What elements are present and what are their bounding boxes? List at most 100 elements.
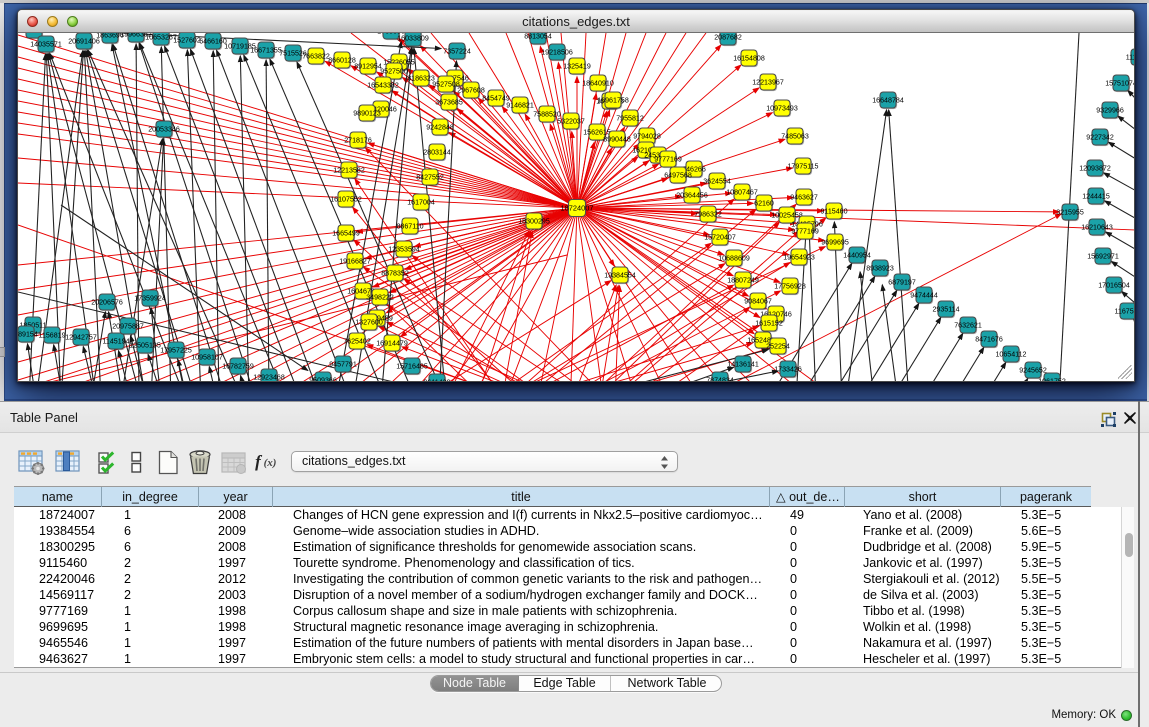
svg-text:9084067: 9084067 <box>744 297 772 305</box>
svg-text:3673685: 3673685 <box>435 98 463 106</box>
svg-text:9777169: 9777169 <box>654 155 682 163</box>
svg-text:(x): (x) <box>264 457 277 469</box>
svg-text:7986322: 7986322 <box>694 210 722 218</box>
svg-text:19384554: 19384554 <box>604 271 636 279</box>
svg-text:15716485: 15716485 <box>396 362 428 370</box>
svg-text:7955812: 7955812 <box>616 114 644 122</box>
svg-text:16033809: 16033809 <box>397 34 429 42</box>
svg-text:9474444: 9474444 <box>910 291 938 299</box>
svg-text:8471676: 8471676 <box>975 335 1003 343</box>
svg-text:15751074: 15751074 <box>1105 79 1134 87</box>
svg-text:1615152: 1615152 <box>755 319 783 327</box>
svg-text:1325419: 1325419 <box>563 62 591 70</box>
svg-text:18640910: 18640910 <box>582 79 614 87</box>
svg-text:19166827: 19166827 <box>339 257 371 265</box>
svg-text:12213582: 12213582 <box>333 166 365 174</box>
svg-text:9509366: 9509366 <box>309 376 337 381</box>
svg-text:1617004: 1617004 <box>407 198 435 206</box>
svg-text:8813054: 8813054 <box>524 33 552 40</box>
svg-text:9890123: 9890123 <box>353 109 381 117</box>
svg-text:20206576: 20206576 <box>91 298 123 306</box>
svg-text:12213967: 12213967 <box>752 78 784 86</box>
svg-text:18300295: 18300295 <box>518 217 550 225</box>
svg-text:7874834: 7874834 <box>706 376 734 381</box>
svg-text:1244415: 1244415 <box>1082 192 1110 200</box>
svg-text:1327600: 1327600 <box>355 318 383 326</box>
svg-text:14035571: 14035571 <box>30 40 62 48</box>
svg-text:7663822: 7663822 <box>302 52 330 60</box>
svg-text:6466160: 6466160 <box>199 37 227 45</box>
svg-text:62160: 62160 <box>754 199 774 207</box>
svg-text:1145194: 1145194 <box>102 337 129 345</box>
svg-text:12942757: 12942757 <box>65 333 97 341</box>
svg-text:9457791: 9457791 <box>329 360 357 368</box>
svg-text:5322037: 5322037 <box>557 117 585 125</box>
svg-text:1112075: 1112075 <box>1126 53 1134 61</box>
svg-text:6497568: 6497568 <box>664 171 692 179</box>
svg-text:8427552: 8427552 <box>416 173 444 181</box>
svg-text:12505135: 12505135 <box>129 341 161 349</box>
svg-text:1733426: 1733426 <box>774 365 802 373</box>
svg-text:14136141: 14136141 <box>727 360 759 368</box>
svg-text:10807467: 10807467 <box>726 188 758 196</box>
svg-text:1061752: 1061752 <box>1038 377 1066 381</box>
svg-text:16543382: 16543382 <box>367 81 399 89</box>
svg-text:252254: 252254 <box>766 342 790 350</box>
svg-text:1665499: 1665499 <box>332 229 360 237</box>
svg-text:15692971: 15692971 <box>1087 252 1119 260</box>
svg-text:17756928: 17756928 <box>774 282 806 290</box>
svg-text:789154: 789154 <box>18 330 38 338</box>
svg-text:3498222: 3498222 <box>366 293 394 301</box>
svg-text:8912954: 8912954 <box>354 62 382 70</box>
svg-text:9227342: 9227342 <box>1086 133 1114 141</box>
svg-text:20364456: 20364456 <box>676 191 708 199</box>
svg-text:2935114: 2935114 <box>932 305 959 313</box>
svg-text:9115460: 9115460 <box>820 207 847 215</box>
svg-text:12923468: 12923468 <box>253 373 285 381</box>
svg-text:16914479: 16914479 <box>376 339 408 347</box>
svg-text:9611439: 9611439 <box>423 378 450 381</box>
svg-text:10025458: 10025458 <box>771 211 803 219</box>
svg-text:10973493: 10973493 <box>766 104 798 112</box>
svg-text:1167533: 1167533 <box>1114 307 1134 315</box>
svg-text:f: f <box>255 452 263 471</box>
svg-text:20691406: 20691406 <box>68 37 100 45</box>
svg-text:16107552: 16107552 <box>330 195 362 203</box>
svg-text:6879197: 6879197 <box>888 278 916 286</box>
svg-text:16961758: 16961758 <box>597 96 629 104</box>
svg-text:9527508: 9527508 <box>432 80 460 88</box>
svg-text:9329966: 9329966 <box>1096 106 1124 114</box>
svg-text:19654923: 19654923 <box>783 253 815 261</box>
svg-text:8990448: 8990448 <box>603 135 631 143</box>
svg-text:19218506: 19218506 <box>541 48 573 56</box>
svg-text:10688609: 10688609 <box>718 254 750 262</box>
svg-text:10653267: 10653267 <box>145 33 177 41</box>
svg-text:18807249: 18807249 <box>727 276 759 284</box>
svg-text:9463627: 9463627 <box>790 193 818 201</box>
svg-text:8878352: 8878352 <box>381 269 409 277</box>
svg-text:9146821: 9146821 <box>506 101 534 109</box>
svg-text:10654112: 10654112 <box>995 350 1026 358</box>
svg-text:1440954: 1440954 <box>843 251 871 259</box>
svg-text:2718176: 2718176 <box>344 136 372 144</box>
svg-text:16671355: 16671355 <box>250 46 282 54</box>
svg-text:8867110: 8867110 <box>396 222 423 230</box>
svg-text:16210643: 16210643 <box>1081 223 1113 231</box>
svg-text:9777169: 9777169 <box>791 227 819 235</box>
svg-text:18724007: 18724007 <box>561 204 594 213</box>
svg-text:2087682: 2087682 <box>714 33 742 41</box>
svg-text:9242848: 9242848 <box>426 123 454 131</box>
svg-text:12353594: 12353594 <box>388 245 420 253</box>
svg-text:15720407: 15720407 <box>704 233 736 241</box>
svg-text:17975115: 17975115 <box>787 162 818 170</box>
svg-text:16648784: 16648784 <box>872 96 904 104</box>
svg-text:7357224: 7357224 <box>443 47 471 55</box>
svg-text:17957225: 17957225 <box>160 346 192 354</box>
svg-text:17359924: 17359924 <box>134 294 166 302</box>
svg-text:20975887: 20975887 <box>112 322 144 330</box>
svg-text:16782759: 16782759 <box>222 362 254 370</box>
svg-text:8660128: 8660128 <box>328 56 356 64</box>
svg-text:7485063: 7485063 <box>781 132 809 140</box>
svg-text:3215955: 3215955 <box>1056 208 1084 216</box>
svg-text:2803144: 2803144 <box>423 148 451 156</box>
